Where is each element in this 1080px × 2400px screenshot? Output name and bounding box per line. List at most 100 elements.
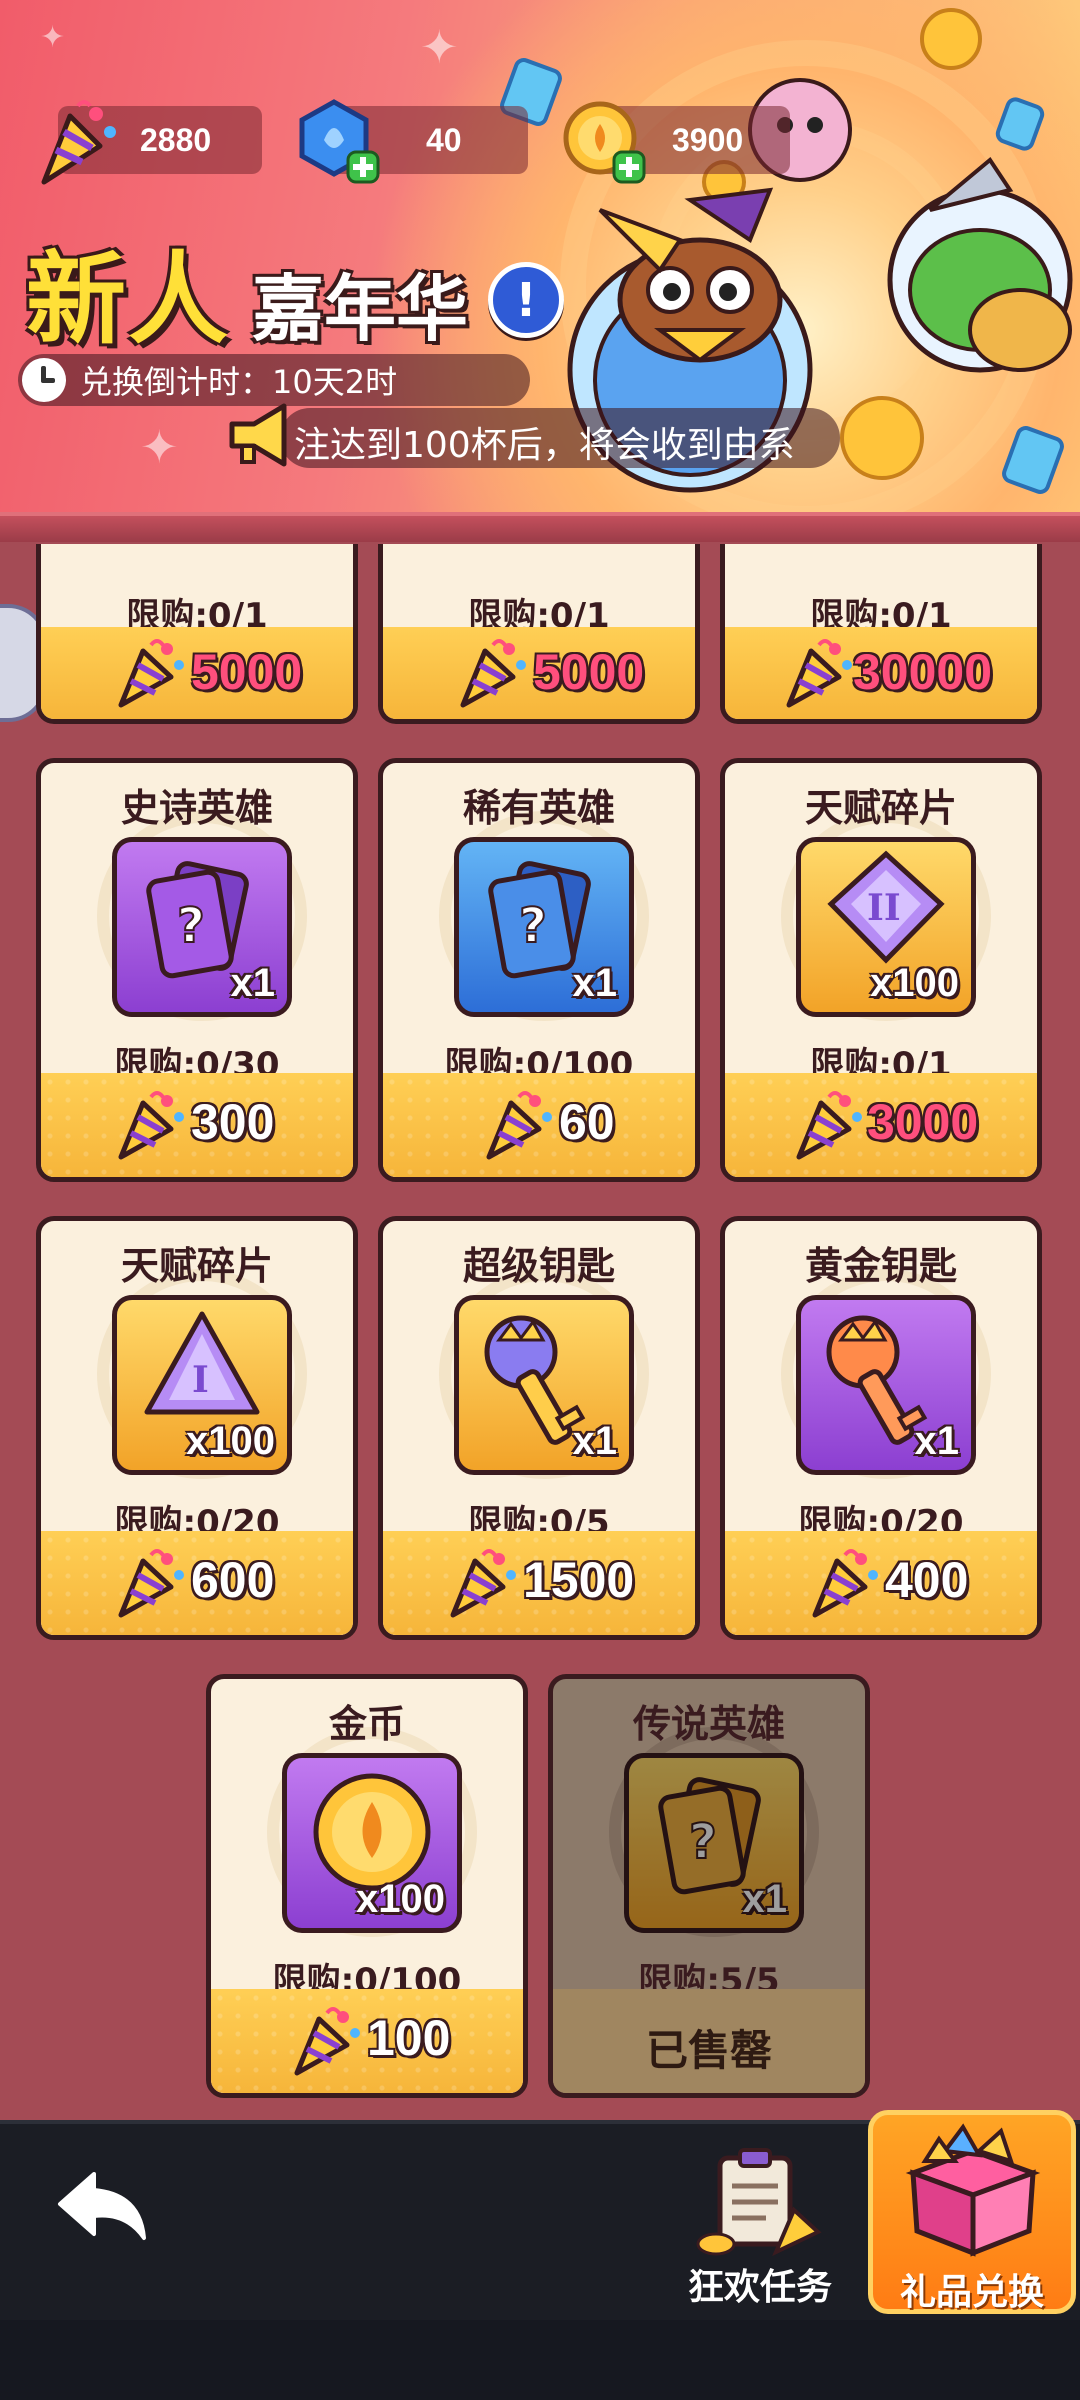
price-value: 30000 — [853, 644, 993, 700]
party-popper-count: 2880 — [140, 121, 212, 158]
nav-gift-label: 礼品兑换 — [899, 2272, 1044, 2313]
price-bar[interactable]: 60 — [383, 1073, 695, 1177]
shop-card-golden-key[interactable]: 黄金钥匙 x1 限购:0/20 400 — [720, 1216, 1042, 1640]
item-quantity: x1 — [572, 1419, 618, 1463]
clock-icon — [22, 358, 66, 402]
price-value: 1500 — [523, 1552, 635, 1608]
golden-key-icon: x1 — [796, 1295, 976, 1475]
item-name: 金币 — [328, 1702, 405, 1746]
party-popper-icon — [783, 637, 855, 709]
knight-character-illustration — [887, 157, 1073, 373]
item-name: 超级钥匙 — [462, 1244, 615, 1288]
blue-hero-card-icon: ? x1 — [454, 837, 634, 1017]
price-value: 60 — [559, 1094, 615, 1150]
back-arrow-icon[interactable] — [54, 2168, 154, 2248]
nav-tasks-label: 狂欢任务 — [687, 2267, 832, 2308]
blue-gem-count: 40 — [426, 121, 462, 158]
price-bar[interactable]: 100 — [211, 1989, 523, 2093]
countdown-text: 兑换倒计时：10天2时 — [80, 363, 398, 401]
price-bar[interactable]: 3000 — [725, 1073, 1037, 1177]
party-popper-icon — [483, 1089, 555, 1161]
item-quantity: x1 — [572, 961, 618, 1005]
price-value: 3000 — [867, 1094, 979, 1150]
shop-card-epic-hero[interactable]: 史诗英雄 ? x1 限购:0/30 300 — [36, 758, 358, 1182]
sold-out-label: 已售罄 — [645, 2026, 772, 2075]
nav-carnival-tasks[interactable]: 狂欢任务 — [662, 2140, 858, 2320]
shop-card-super-key[interactable]: 超级钥匙 x1 限购:0/5 1500 — [378, 1216, 700, 1640]
item-quantity: x100 — [186, 1419, 275, 1463]
item-name: 天赋碎片 — [804, 786, 957, 830]
shop-card-talent-shard-ii[interactable]: 天赋碎片 II x100 限购:0/1 3000 — [720, 758, 1042, 1182]
item-name: 传说英雄 — [632, 1702, 785, 1746]
event-title-main: 新人 — [26, 241, 230, 358]
system-nav-strip — [0, 2320, 1080, 2400]
price-bar[interactable]: 400 — [725, 1531, 1037, 1635]
party-popper-icon — [291, 2005, 363, 2077]
gold-coin-add-icon[interactable] — [562, 98, 650, 186]
party-popper-icon — [809, 1547, 881, 1619]
party-popper-icon — [115, 1547, 187, 1619]
svg-text:?: ? — [177, 898, 205, 954]
gift-box-icon — [905, 2123, 1041, 2257]
party-popper-icon — [115, 1089, 187, 1161]
blue-gem-add-icon[interactable] — [294, 96, 384, 186]
party-popper-icon — [447, 1547, 519, 1619]
super-key-icon: x1 — [454, 1295, 634, 1475]
gem-decoration-icon — [999, 423, 1067, 497]
svg-text:I: I — [192, 1359, 209, 1401]
legend-hero-card-icon: ? x1 — [624, 1753, 804, 1933]
shop-card-partial[interactable]: 限购:0/1 5000 — [378, 544, 700, 724]
price-bar[interactable]: 600 — [41, 1531, 353, 1635]
exchange-countdown: 兑换倒计时：10天2时 — [18, 354, 530, 406]
sparkle-icon: ✦ — [40, 20, 66, 55]
price-value: 5000 — [533, 644, 645, 700]
talent-gem-ii-icon: II x100 — [796, 837, 976, 1017]
price-value: 100 — [367, 2010, 451, 2066]
price-bar[interactable]: 30000 — [725, 627, 1037, 719]
item-name: 黄金钥匙 — [804, 1244, 957, 1288]
item-quantity: x100 — [356, 1877, 445, 1921]
price-value: 400 — [885, 1552, 969, 1608]
sparkle-icon: ✦ — [420, 20, 459, 74]
shop-card-partial[interactable]: 限购:0/1 30000 — [720, 544, 1042, 724]
shop-card-talent-shard-i[interactable]: 天赋碎片 I x100 限购:0/20 600 — [36, 1216, 358, 1640]
talent-gem-i-icon: I x100 — [112, 1295, 292, 1475]
banner-bottom-edge — [0, 512, 1080, 542]
item-name: 稀有英雄 — [462, 786, 615, 830]
svg-text:?: ? — [519, 898, 547, 954]
item-name: 史诗英雄 — [120, 786, 273, 830]
purple-hero-card-icon: ? x1 — [112, 837, 292, 1017]
gold-coin-count: 3900 — [672, 121, 744, 158]
price-bar[interactable]: 5000 — [41, 627, 353, 719]
gold-coin-icon: x100 — [282, 1753, 462, 1933]
price-bar[interactable]: 300 — [41, 1073, 353, 1177]
sparkle-icon: ✦ — [140, 420, 179, 474]
info-button[interactable]: ! — [488, 262, 564, 338]
shop-card-rare-hero[interactable]: 稀有英雄 ? x1 限购:0/100 60 — [378, 758, 700, 1182]
party-popper-icon — [41, 100, 116, 185]
item-name: 天赋碎片 — [120, 1244, 273, 1288]
info-icon: ! — [515, 273, 537, 327]
item-quantity: x1 — [742, 1877, 788, 1921]
shop-card-partial[interactable]: 限购:0/1 5000 — [36, 544, 358, 724]
price-value: 5000 — [191, 644, 303, 700]
item-quantity: x1 — [914, 1419, 960, 1463]
sold-out-bar: 已售罄 — [553, 1989, 865, 2093]
svg-text:?: ? — [689, 1814, 717, 1870]
coin-decoration-icon — [920, 8, 982, 70]
price-value: 600 — [191, 1552, 275, 1608]
price-bar[interactable]: 1500 — [383, 1531, 695, 1635]
megaphone-icon — [229, 403, 287, 467]
party-popper-icon — [457, 637, 529, 709]
announcement-text: 注达到100杯后，将会收到由系 — [294, 425, 795, 466]
item-quantity: x100 — [870, 961, 959, 1005]
nav-gift-exchange[interactable]: 礼品兑换 — [868, 2110, 1076, 2314]
shop-card-legend-hero-sold-out: 传说英雄 ? x1 限购:5/5 已售罄 — [548, 1674, 870, 2098]
announcement-marquee: 注达到100杯后，将会收到由系 — [280, 408, 840, 468]
party-popper-icon — [115, 637, 187, 709]
price-bar[interactable]: 5000 — [383, 627, 695, 719]
svg-text:II: II — [867, 887, 901, 929]
shop-card-gold-coin[interactable]: 金币 x100 限购:0/100 100 — [206, 1674, 528, 2098]
event-title-sub: 嘉年华 — [252, 267, 469, 351]
price-value: 300 — [191, 1094, 275, 1150]
